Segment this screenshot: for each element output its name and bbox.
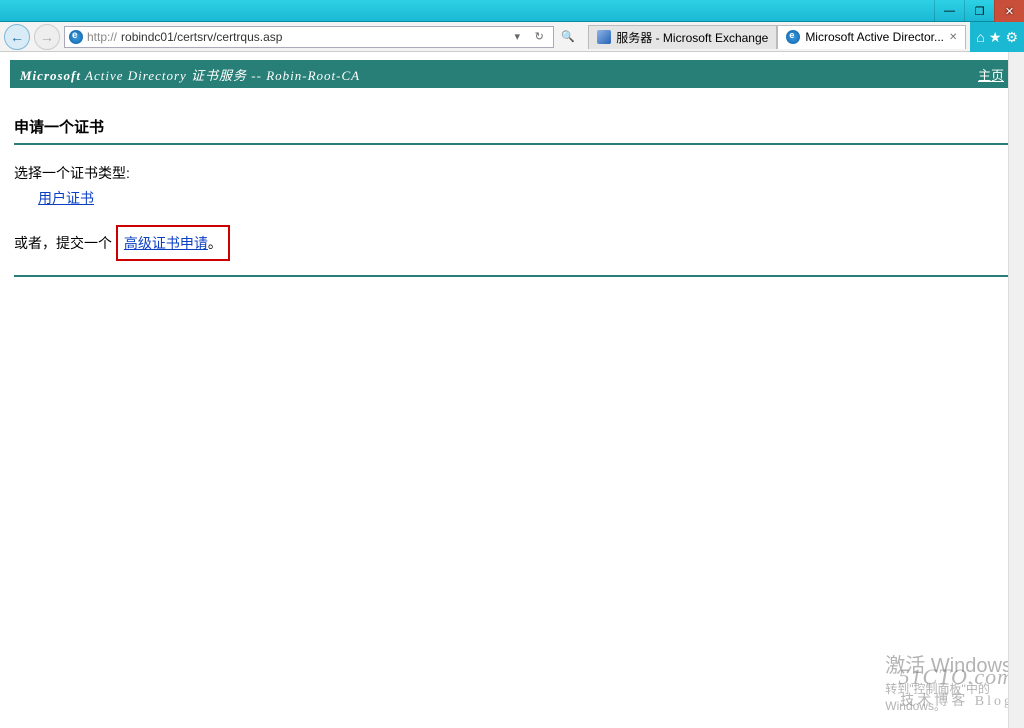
- home-icon[interactable]: ⌂: [976, 29, 984, 45]
- divider: [14, 275, 1010, 277]
- tab-label: Microsoft Active Director...: [805, 30, 944, 44]
- tab-close-icon[interactable]: ✕: [949, 32, 957, 43]
- exchange-icon: [597, 30, 611, 44]
- ie-icon: [69, 30, 83, 44]
- browser-nav: ← → http:// robindc01/certsrv/certrqus.as…: [0, 22, 970, 52]
- page-title: 申请一个证书: [14, 116, 1010, 137]
- ie-icon: [786, 30, 800, 44]
- adcs-header: Microsoft Active Directory 证书服务 -- Robin…: [10, 60, 1014, 88]
- close-button[interactable]: ✕: [994, 0, 1024, 22]
- maximize-button[interactable]: ❐: [964, 0, 994, 22]
- minimize-button[interactable]: —: [934, 0, 964, 22]
- or-submit-text: 或者，提交一个: [14, 235, 116, 251]
- gear-icon[interactable]: ⚙: [1005, 29, 1018, 46]
- tab-strip: 服务器 - Microsoft Exchange Microsoft Activ…: [588, 25, 966, 49]
- divider: [14, 143, 1010, 145]
- adcs-brand: Microsoft Active Directory 证书服务 -- Robin…: [20, 65, 360, 84]
- blog-watermark: 51CTO.com 技术博客 Blog: [898, 664, 1014, 710]
- tab-adcs[interactable]: Microsoft Active Director... ✕: [777, 25, 966, 49]
- url-dropdown-icon[interactable]: ▾: [507, 27, 527, 47]
- url-text: robindc01/certsrv/certrqus.asp: [121, 30, 282, 44]
- url-prefix: http://: [87, 30, 117, 44]
- highlight-box: 高级证书申请。: [116, 225, 230, 260]
- browser-right-icons: ⌂ ★ ⚙: [970, 22, 1024, 52]
- blog-line1: 51CTO.com: [898, 664, 1014, 690]
- period: 。: [208, 235, 222, 251]
- favorite-icon[interactable]: ★: [989, 29, 1002, 46]
- scrollbar[interactable]: [1008, 52, 1024, 728]
- select-type-label: 选择一个证书类型:: [14, 161, 1010, 186]
- tab-exchange[interactable]: 服务器 - Microsoft Exchange: [588, 25, 777, 49]
- refresh-icon[interactable]: ↻: [529, 27, 549, 47]
- address-bar[interactable]: http://robindc01/certsrv/certrqus.asp ▾ …: [64, 26, 554, 48]
- blog-line2: 技术博客 Blog: [898, 690, 1014, 710]
- back-button[interactable]: ←: [4, 24, 30, 50]
- search-icon[interactable]: 🔍: [558, 27, 578, 47]
- forward-button[interactable]: →: [34, 24, 60, 50]
- advanced-request-link[interactable]: 高级证书申请: [124, 235, 208, 251]
- tab-label: 服务器 - Microsoft Exchange: [616, 29, 768, 46]
- home-link[interactable]: 主页: [978, 65, 1004, 84]
- page-content: 申请一个证书 选择一个证书类型: 用户证书 或者，提交一个 高级证书申请。: [0, 88, 1024, 287]
- window-titlebar: — ❐ ✕: [0, 0, 1024, 22]
- user-cert-link[interactable]: 用户证书: [38, 186, 94, 211]
